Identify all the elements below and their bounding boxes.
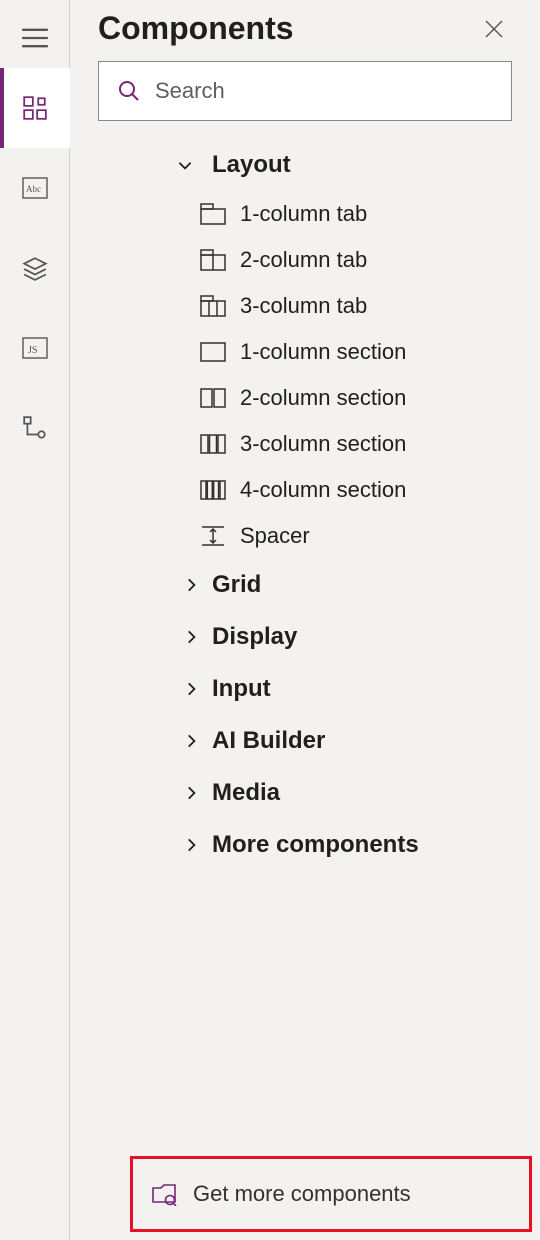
get-more-components-highlight: Get more components	[130, 1156, 532, 1232]
item-label: 3-column section	[240, 431, 406, 457]
chevron-down-icon	[176, 156, 194, 174]
group-input[interactable]: Input	[80, 663, 530, 715]
chevron-right-icon	[182, 836, 200, 854]
search-box[interactable]	[98, 61, 512, 121]
item-2-column-section[interactable]: 2-column section	[80, 375, 530, 421]
chevron-right-icon	[182, 628, 200, 646]
close-panel-button[interactable]	[476, 11, 512, 47]
group-label: AI Builder	[212, 727, 325, 755]
svg-text:Abc: Abc	[26, 184, 41, 194]
group-label: More components	[212, 831, 419, 859]
chevron-right-icon	[182, 784, 200, 802]
item-label: 1-column tab	[240, 201, 367, 227]
search-input[interactable]	[155, 78, 493, 104]
three-column-tab-icon	[200, 295, 226, 317]
group-label: Display	[212, 623, 297, 651]
item-label: 2-column section	[240, 385, 406, 411]
one-column-section-icon	[200, 341, 226, 363]
item-3-column-section[interactable]: 3-column section	[80, 421, 530, 467]
rail-flow-button[interactable]	[0, 388, 70, 468]
group-aibuilder[interactable]: AI Builder	[80, 715, 530, 767]
two-column-section-icon	[200, 387, 226, 409]
rail-layers-button[interactable]	[0, 228, 70, 308]
group-grid[interactable]: Grid	[80, 559, 530, 611]
item-label: 4-column section	[240, 477, 406, 503]
components-panel: Components Layout	[70, 0, 540, 1240]
one-column-tab-icon	[200, 203, 226, 225]
get-more-components-button[interactable]: Get more components	[133, 1159, 529, 1229]
group-label: Layout	[212, 151, 291, 179]
footer-label: Get more components	[193, 1181, 411, 1207]
item-2-column-tab[interactable]: 2-column tab	[80, 237, 530, 283]
rail-components-button[interactable]	[0, 68, 70, 148]
item-label: 2-column tab	[240, 247, 367, 273]
item-1-column-tab[interactable]: 1-column tab	[80, 191, 530, 237]
item-1-column-section[interactable]: 1-column section	[80, 329, 530, 375]
folder-add-icon	[151, 1182, 177, 1206]
component-tree: Layout 1-column tab 2-column tab	[70, 135, 540, 1156]
group-media[interactable]: Media	[80, 767, 530, 819]
group-label: Input	[212, 675, 271, 703]
two-column-tab-icon	[200, 249, 226, 271]
spacer-icon	[200, 525, 226, 547]
item-label: Spacer	[240, 523, 310, 549]
item-spacer[interactable]: Spacer	[80, 513, 530, 559]
group-display[interactable]: Display	[80, 611, 530, 663]
four-column-section-icon	[200, 479, 226, 501]
chevron-right-icon	[182, 680, 200, 698]
item-label: 3-column tab	[240, 293, 367, 319]
item-3-column-tab[interactable]: 3-column tab	[80, 283, 530, 329]
item-4-column-section[interactable]: 4-column section	[80, 467, 530, 513]
chevron-right-icon	[182, 732, 200, 750]
group-layout[interactable]: Layout	[80, 139, 530, 191]
group-more-components[interactable]: More components	[80, 819, 530, 871]
rail-abc-button[interactable]: Abc	[0, 148, 70, 228]
search-icon	[117, 79, 141, 103]
chevron-right-icon	[182, 576, 200, 594]
hamburger-menu-button[interactable]	[0, 8, 70, 68]
panel-title: Components	[98, 10, 294, 47]
group-label: Grid	[212, 571, 261, 599]
group-label: Media	[212, 779, 280, 807]
close-icon	[484, 19, 504, 39]
svg-text:JS: JS	[28, 345, 37, 356]
item-label: 1-column section	[240, 339, 406, 365]
left-rail: Abc JS	[0, 0, 70, 1240]
three-column-section-icon	[200, 433, 226, 455]
rail-js-button[interactable]: JS	[0, 308, 70, 388]
